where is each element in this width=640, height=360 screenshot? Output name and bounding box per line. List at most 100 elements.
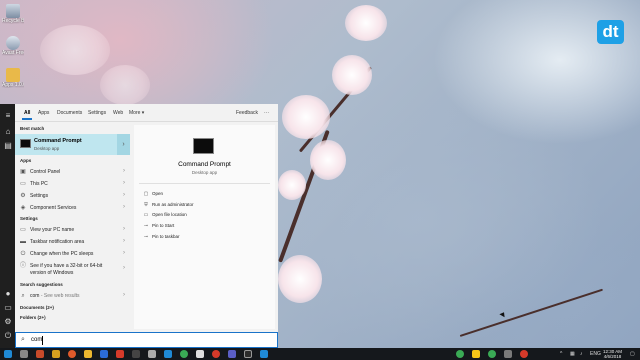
text-caret — [42, 336, 43, 345]
action-label: Pin to taskbar — [152, 234, 180, 239]
tab-settings[interactable]: Settings — [88, 110, 106, 116]
divider — [139, 183, 270, 184]
blossom-branch — [459, 288, 603, 337]
result-preview-pane: Command Prompt Desktop app ▢ Open ⛨ Run … — [134, 125, 275, 329]
result-item-this-pc[interactable]: ▭ This PC › — [15, 178, 130, 190]
section-header-documents[interactable]: Documents (2+) — [20, 305, 54, 310]
chevron-right-icon[interactable]: › — [123, 180, 125, 186]
taskbar-app-icon[interactable] — [132, 350, 140, 358]
taskbar: ^ ▦ ♪ ENG 12:30 AM 4/6/2018 ▢ — [0, 348, 640, 360]
taskbar-app-icon[interactable] — [84, 350, 92, 358]
taskbar-app-icon[interactable] — [180, 350, 188, 358]
action-pin-to-start[interactable]: ⊸ Pin to Start — [143, 222, 253, 230]
desktop-icon-avast[interactable]: Avast Free — [2, 36, 24, 56]
tab-more[interactable]: More ▾ — [129, 110, 144, 116]
open-icon: ▢ — [143, 191, 149, 197]
blossom — [278, 170, 306, 200]
taskbar-app-icon[interactable] — [36, 350, 44, 358]
home-icon[interactable]: ⌂ — [4, 128, 12, 136]
tray-app-icon[interactable] — [504, 350, 512, 358]
result-item-taskbar-notification[interactable]: ▬ Taskbar notification area › — [15, 236, 130, 248]
taskbar-app-icon[interactable] — [212, 350, 220, 358]
network-icon[interactable]: ▦ — [570, 350, 575, 358]
taskbar-clock[interactable]: 12:30 AM 4/6/2018 — [603, 349, 622, 359]
blossom — [310, 140, 346, 180]
tray-app-icon[interactable] — [488, 350, 496, 358]
action-run-as-administrator[interactable]: ⛨ Run as administrator — [143, 201, 253, 209]
result-item-pc-sleeps[interactable]: ⏻ Change when the PC sleeps › — [15, 248, 130, 260]
result-item-control-panel[interactable]: ▣ Control Panel › — [15, 166, 130, 178]
best-match-title: Command Prompt — [34, 138, 82, 144]
brand-logo: dt — [597, 20, 624, 44]
chevron-right-icon[interactable]: › — [123, 265, 125, 271]
chevron-right-icon[interactable]: › — [123, 192, 125, 198]
taskbar-app-icon[interactable] — [100, 350, 108, 358]
user-icon[interactable]: ● — [4, 290, 12, 298]
taskbar-app-icon[interactable] — [164, 350, 172, 358]
documents-icon[interactable]: ▤ — [4, 142, 12, 150]
search-box[interactable]: ⌕ com — [15, 332, 278, 348]
action-open-file-location[interactable]: ▭ Open file location — [143, 211, 253, 219]
result-item-label: See if you have a 32-bit or 64-bit — [30, 263, 103, 269]
more-options-button[interactable]: ··· — [264, 110, 269, 116]
taskbar-app-icon[interactable] — [244, 350, 252, 358]
control-panel-icon: ▣ — [20, 169, 26, 175]
start-windows-icon[interactable] — [4, 350, 12, 358]
preview-title: Command Prompt — [178, 161, 231, 168]
search-suggestion-item[interactable]: ⌕ com - See web results › — [15, 290, 130, 302]
tray-overflow-icon[interactable]: ^ — [560, 350, 562, 358]
result-item-32-64-bit[interactable]: ⓘ See if you have a 32-bit or 64-bit ver… — [15, 260, 130, 278]
expand-arrow-icon[interactable]: › — [117, 134, 130, 155]
desktop-icon-recycle-bin[interactable]: Recycle Bin — [2, 4, 24, 24]
document-icon[interactable]: ▭ — [4, 304, 12, 312]
result-item-settings[interactable]: ⚙ Settings › — [15, 190, 130, 202]
chevron-right-icon[interactable]: › — [123, 204, 125, 210]
tab-all[interactable]: All — [21, 110, 33, 120]
chevron-right-icon[interactable]: › — [123, 292, 125, 298]
notifications-icon[interactable]: ▢ — [630, 350, 635, 358]
taskbar-app-icon[interactable] — [228, 350, 236, 358]
taskbar-app-icon[interactable] — [52, 350, 60, 358]
result-item-component-services[interactable]: ◈ Component Services › — [15, 202, 130, 214]
start-menu-rail: ≡ ⌂ ▤ ● ▭ ⚙ ⏻ — [0, 104, 15, 348]
tab-documents[interactable]: Documents — [57, 110, 82, 116]
taskbar-app-icon[interactable] — [148, 350, 156, 358]
language-indicator[interactable]: ENG — [590, 350, 601, 358]
power-icon[interactable]: ⏻ — [4, 332, 12, 340]
tray-app-icon[interactable] — [520, 350, 528, 358]
folder-icon — [6, 68, 20, 82]
chevron-right-icon[interactable]: › — [123, 168, 125, 174]
result-item-label: Component Services — [30, 205, 77, 211]
hamburger-icon[interactable]: ≡ — [4, 112, 12, 120]
chevron-right-icon[interactable]: › — [123, 238, 125, 244]
result-item-view-pc-name[interactable]: ▭ View your PC name › — [15, 224, 130, 236]
preview-subtitle: Desktop app — [191, 170, 218, 175]
blossom — [40, 25, 110, 75]
blossom — [345, 5, 387, 41]
action-pin-to-taskbar[interactable]: ⊸ Pin to taskbar — [143, 233, 253, 241]
volume-icon[interactable]: ♪ — [580, 350, 583, 358]
tray-app-icon[interactable] — [456, 350, 464, 358]
settings-gear-icon[interactable]: ⚙ — [4, 318, 12, 326]
feedback-link[interactable]: Feedback — [236, 110, 258, 116]
chevron-right-icon[interactable]: › — [123, 250, 125, 256]
taskbar-app-icon[interactable] — [260, 350, 268, 358]
action-open[interactable]: ▢ Open — [143, 190, 253, 198]
recycle-bin-icon — [6, 4, 20, 18]
action-label: Run as administrator — [152, 202, 194, 207]
tab-web[interactable]: Web — [113, 110, 123, 116]
best-match-subtitle: Desktop app — [34, 146, 60, 151]
task-view-icon[interactable] — [20, 350, 28, 358]
tray-app-icon[interactable] — [472, 350, 480, 358]
result-item-label: Taskbar notification area — [30, 239, 85, 245]
chevron-right-icon[interactable]: › — [123, 226, 125, 232]
search-input[interactable]: com — [31, 337, 42, 343]
info-icon: ⓘ — [20, 263, 27, 269]
tab-apps[interactable]: Apps — [38, 110, 49, 116]
taskbar-app-icon[interactable] — [196, 350, 204, 358]
taskbar-app-icon[interactable] — [68, 350, 76, 358]
desktop-icon-apps[interactable]: Apps 1.0.0 — [2, 68, 24, 88]
section-header-folders[interactable]: Folders (2+) — [20, 315, 46, 320]
best-match-item[interactable]: Command Prompt Desktop app › — [15, 134, 130, 155]
taskbar-app-icon[interactable] — [116, 350, 124, 358]
